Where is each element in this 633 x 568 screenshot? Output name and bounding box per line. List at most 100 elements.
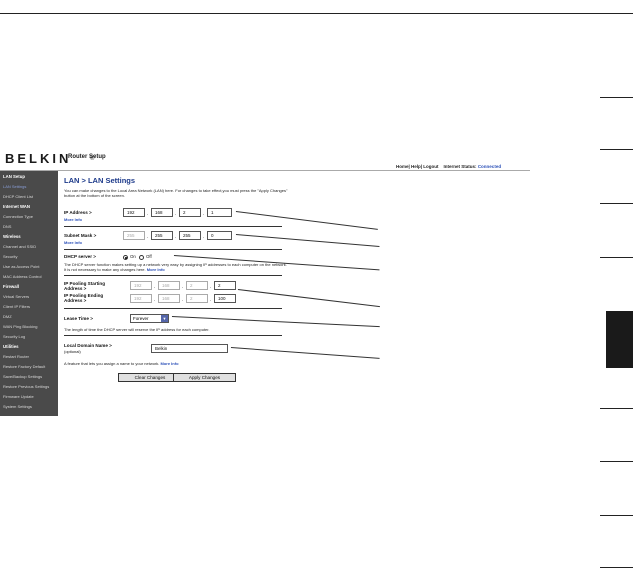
ip-octet-3[interactable]: 2 bbox=[179, 208, 201, 217]
sidebar-item[interactable]: Security Log bbox=[3, 334, 25, 339]
router-setup-title: Router Setup bbox=[68, 154, 106, 160]
dot-separator: . bbox=[203, 211, 205, 217]
dot-separator: . bbox=[147, 234, 149, 240]
dot-separator: . bbox=[182, 284, 184, 290]
divider bbox=[64, 249, 282, 250]
sidebar-item[interactable]: Restore Factory Default bbox=[3, 364, 45, 369]
pool-end-label: IP Pooling Ending Address > bbox=[64, 293, 104, 303]
apply-changes-button[interactable]: Apply Changes bbox=[173, 373, 236, 382]
dhcp-description: The DHCP server function makes setting u… bbox=[64, 262, 290, 272]
sidebar-item[interactable]: WAN Ping Blocking bbox=[3, 324, 38, 329]
dot-separator: . bbox=[203, 234, 205, 240]
domain-more-info-link[interactable]: More Info bbox=[161, 361, 179, 366]
dot-separator: . bbox=[210, 297, 212, 303]
pool-end-octet-4[interactable]: 100 bbox=[214, 294, 236, 303]
sidebar-item[interactable]: Use as Access Point bbox=[3, 264, 39, 269]
pool-start-octet-2: 168 bbox=[158, 281, 180, 290]
ip-octet-1[interactable]: 192 bbox=[123, 208, 145, 217]
sidebar-item[interactable]: Connection Type bbox=[3, 214, 33, 219]
chevron-down-icon: ▼ bbox=[161, 315, 168, 322]
lease-time-select[interactable]: Forever ▼ bbox=[130, 314, 169, 323]
sidebar-item[interactable]: DNS bbox=[3, 224, 11, 229]
subnet-octet-3[interactable]: 255 bbox=[179, 231, 201, 240]
ip-octet-2[interactable]: 168 bbox=[151, 208, 173, 217]
dot-separator: . bbox=[175, 234, 177, 240]
section-rule bbox=[600, 515, 633, 516]
dot-separator: . bbox=[154, 284, 156, 290]
sidebar-item[interactable]: DMZ bbox=[3, 314, 12, 319]
sidebar-item[interactable]: System Settings bbox=[3, 404, 32, 409]
dhcp-more-info-link[interactable]: More Info bbox=[147, 267, 165, 272]
sidebar-item[interactable]: DHCP Client List bbox=[3, 194, 33, 199]
lease-time-label: Lease Time > bbox=[64, 316, 93, 321]
active-section-tab bbox=[606, 311, 633, 368]
dhcp-description-text: The DHCP server function makes setting u… bbox=[64, 262, 287, 272]
dot-separator: . bbox=[210, 284, 212, 290]
sidebar-item[interactable]: Client IP Filters bbox=[3, 304, 30, 309]
dhcp-off-label: Off bbox=[146, 254, 152, 259]
subnet-octet-4[interactable]: 0 bbox=[207, 231, 232, 240]
subnet-more-info-link[interactable]: More Info bbox=[64, 240, 82, 245]
sidebar-item[interactable]: Firewall bbox=[3, 284, 19, 289]
divider bbox=[64, 275, 282, 276]
local-domain-description: A feature that lets you assign a name to… bbox=[64, 361, 294, 366]
internet-status-label: Internet Status: bbox=[443, 164, 477, 169]
sidebar-item[interactable]: MAC Address Control bbox=[3, 274, 41, 279]
router-header: BELKIN ® Router Setup Home| Help| Logout… bbox=[0, 140, 530, 171]
subnet-octet-1[interactable]: 255 bbox=[123, 231, 145, 240]
divider bbox=[64, 335, 282, 336]
sidebar-item[interactable]: Firmware Update bbox=[3, 394, 34, 399]
sidebar-item[interactable]: Wireless bbox=[3, 234, 21, 239]
local-domain-optional: (optional) bbox=[64, 349, 81, 354]
header-links[interactable]: Home| Help| Logout Internet Status: Conn… bbox=[396, 164, 501, 169]
intro-text: You can make changes to the Local Area N… bbox=[64, 188, 288, 198]
lease-time-value: Forever bbox=[133, 316, 149, 321]
home-help-logout-links[interactable]: Home| Help| Logout bbox=[396, 164, 439, 169]
local-domain-label: Local Domain Name > bbox=[64, 343, 112, 348]
pool-start-label: IP Pooling Starting Address > bbox=[64, 281, 106, 291]
subnet-mask-label: Subnet Mask > bbox=[64, 233, 97, 238]
pool-end-octet-2: 168 bbox=[158, 294, 180, 303]
section-rule bbox=[600, 149, 633, 150]
sidebar-item[interactable]: Security bbox=[3, 254, 17, 259]
pool-start-octet-1: 192 bbox=[130, 281, 152, 290]
dhcp-on-radio[interactable] bbox=[123, 255, 128, 260]
ip-address-label: IP Address > bbox=[64, 210, 92, 215]
sidebar-item[interactable]: Virtual Servers bbox=[3, 294, 29, 299]
subnet-octet-2[interactable]: 255 bbox=[151, 231, 173, 240]
dot-separator: . bbox=[182, 297, 184, 303]
pool-end-octet-3: 2 bbox=[186, 294, 208, 303]
section-rule bbox=[600, 97, 633, 98]
dhcp-on-label: On bbox=[130, 254, 136, 259]
sidebar-item[interactable]: Utilities bbox=[3, 344, 19, 349]
section-rule bbox=[600, 461, 633, 462]
pool-end-octet-1: 192 bbox=[130, 294, 152, 303]
router-screenshot: BELKIN ® Router Setup Home| Help| Logout… bbox=[0, 140, 530, 416]
ip-octet-4[interactable]: 1 bbox=[207, 208, 232, 217]
local-domain-input[interactable]: Belkin bbox=[151, 344, 228, 353]
divider bbox=[64, 226, 282, 227]
divider bbox=[64, 308, 282, 309]
page-top-rule bbox=[0, 13, 633, 14]
belkin-logo: BELKIN bbox=[5, 151, 72, 166]
sidebar-item[interactable]: Save/Backup Settings bbox=[3, 374, 42, 379]
sidebar-item[interactable]: Internet WAN bbox=[3, 204, 30, 209]
sidebar-item[interactable]: LAN Settings bbox=[3, 184, 26, 189]
ip-more-info-link[interactable]: More Info bbox=[64, 217, 82, 222]
dhcp-server-label: DHCP server > bbox=[64, 254, 96, 259]
sidebar-nav: LAN Setup LAN Settings DHCP Client List Int… bbox=[0, 171, 58, 416]
pool-start-octet-4[interactable]: 2 bbox=[214, 281, 236, 290]
sidebar-item[interactable]: Channel and SSID bbox=[3, 244, 36, 249]
sidebar-item[interactable]: LAN Setup bbox=[3, 174, 25, 179]
sidebar-item[interactable]: Restart Router bbox=[3, 354, 29, 359]
sidebar-item[interactable]: Restore Previous Settings bbox=[3, 384, 49, 389]
dot-separator: . bbox=[175, 211, 177, 217]
dhcp-off-radio[interactable] bbox=[139, 255, 144, 260]
pool-start-octet-3: 2 bbox=[186, 281, 208, 290]
section-rule bbox=[600, 408, 633, 409]
section-rule bbox=[600, 203, 633, 204]
lease-time-description: The length of time the DHCP server will … bbox=[64, 327, 210, 332]
lan-settings-panel: LAN > LAN Settings You can make changes … bbox=[58, 171, 530, 416]
page-title: LAN > LAN Settings bbox=[64, 176, 136, 185]
internet-status-value: Connected bbox=[477, 164, 502, 169]
